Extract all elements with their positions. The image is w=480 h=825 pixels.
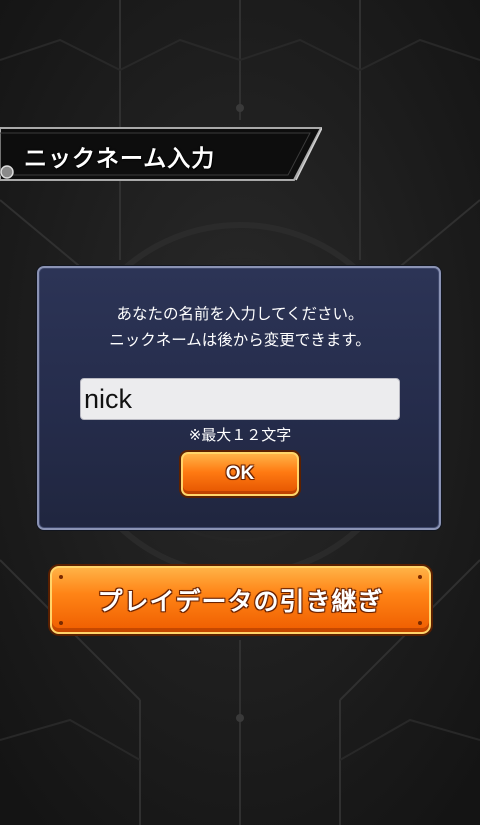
ok-button-label: OK xyxy=(225,463,255,484)
transfer-button-label: プレイデータの引き継ぎ xyxy=(97,587,384,616)
max-length-note: ※最大１２文字 xyxy=(188,426,292,444)
dialog-message-line2: ニックネームは後から変更できます。 xyxy=(109,331,371,349)
page-title: ニックネーム入力 xyxy=(24,146,216,172)
nickname-input[interactable] xyxy=(80,378,400,420)
rivet-icon xyxy=(59,575,63,579)
ok-button[interactable]: OK xyxy=(181,452,299,496)
transfer-play-data-button[interactable]: プレイデータの引き継ぎ xyxy=(50,566,431,634)
rivet-icon xyxy=(59,621,63,625)
dialog-message-line1: あなたの名前を入力してください。 xyxy=(116,305,364,323)
rivet-icon xyxy=(418,621,422,625)
banner-bolt-icon xyxy=(0,165,14,179)
rivet-icon xyxy=(418,575,422,579)
